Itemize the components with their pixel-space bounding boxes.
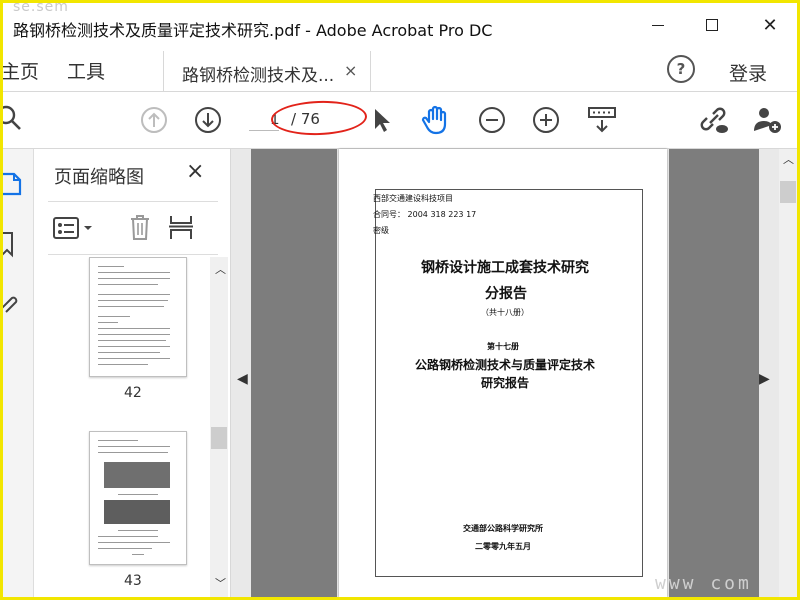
document-margin-right [669,149,759,597]
page-fit-icon [588,107,616,133]
hand-tool-icon [421,105,447,135]
zoom-in-icon [533,107,559,133]
page-organization: 交通部公路科学研究所 [463,524,543,533]
panel-toolbar [48,201,218,255]
page-thumbnails-panel: 页面缩略图 × 42 43 ︿ ﹀ [34,149,231,597]
search-button[interactable] [3,104,27,134]
document-tab-close-button[interactable]: × [344,61,357,80]
page-thumbnail[interactable] [89,431,187,565]
next-page-button[interactable] [193,105,223,135]
zoom-out-button[interactable] [477,105,507,135]
maximize-icon [706,19,718,31]
toolbar: / 76 [3,92,797,149]
prev-page-arrow-icon[interactable]: ◀ [237,371,248,387]
thumbnail-photo [104,462,170,488]
search-icon [3,105,21,130]
minimize-icon [652,24,664,26]
delete-page-button[interactable] [126,212,154,242]
maximize-button[interactable] [689,9,735,41]
document-tab-label: 路钢桥检测技术及... [182,66,335,86]
red-annotation-ellipse [270,99,368,137]
thumbnail-page-number: 43 [124,573,142,589]
title-bar: se.sem 路钢桥检测技术及质量评定技术研究.pdf - Adobe Acro… [3,3,797,47]
scroll-thumb[interactable] [780,181,796,203]
zoom-in-button[interactable] [531,105,561,135]
page-volume: 第十七册 [487,342,519,351]
close-icon: ✕ [762,14,778,36]
page-volume-count: （共十八册） [481,308,529,317]
bookmarks-nav-button[interactable] [3,229,27,259]
watermark-bottom: www com [655,573,752,594]
hand-tool-button[interactable] [419,104,453,136]
add-user-icon [754,108,781,133]
extract-pages-icon [169,216,193,239]
thumbnail-photo [104,500,170,524]
page-thumbnail[interactable] [89,257,187,377]
extract-pages-button[interactable] [166,212,200,242]
help-button[interactable]: ? [667,55,695,83]
document-margin-left [251,149,337,597]
thumbnails-icon [3,172,22,196]
page-fit-button[interactable] [585,104,619,136]
page-report-title-1: 公路钢桥检测技术与质量评定技术 [415,358,596,372]
acrobat-window: se.sem 路钢桥检测技术及质量评定技术研究.pdf - Adobe Acro… [0,0,800,600]
navigation-strip [3,149,34,597]
scroll-thumb[interactable] [211,427,227,449]
page-main-title: 钢桥设计施工成套技术研究 [421,260,589,276]
select-tool-icon [375,109,390,132]
panel-close-button[interactable]: × [186,159,204,184]
document-view[interactable]: ◀ ▶ 西部交通建设科技项目 合同号： 2004 318 223 17 密级 钢… [231,149,779,597]
page-date: 二零零九年五月 [475,542,531,551]
page-project-line: 西部交通建设科技项目 [373,194,453,203]
share-link-button[interactable] [697,104,731,136]
window-title: 路钢桥检测技术及质量评定技术研究.pdf - Adobe Acrobat Pro… [13,21,493,40]
thumbnail-page-number: 42 [124,385,142,401]
thumbnail-options-icon [53,217,92,239]
page-contract-line: 合同号： 2004 318 223 17 [373,210,477,219]
next-page-arrow-icon[interactable]: ▶ [759,371,770,387]
page-report-title-2: 研究报告 [481,376,530,390]
scroll-down-icon[interactable]: ﹀ [215,575,226,591]
close-window-button[interactable]: ✕ [747,9,793,41]
page-secrecy-line: 密级 [373,226,389,235]
document-scrollbar[interactable]: ︿ [779,149,797,597]
select-tool-button[interactable] [369,106,395,134]
page-subtitle: 分报告 [485,286,527,302]
add-user-button[interactable] [751,104,785,136]
share-link-icon [700,107,728,133]
prev-page-button[interactable] [139,105,169,135]
thumbnail-list: 42 43 [34,257,210,597]
prev-page-icon [141,107,167,133]
scroll-up-icon[interactable]: ︿ [783,151,794,167]
watermark-top: se.sem [13,0,69,15]
login-link[interactable]: 登录 [729,59,767,86]
minimize-button[interactable] [635,9,681,41]
bookmarks-icon [3,232,13,258]
thumbnails-nav-button[interactable] [3,169,27,199]
menu-tools[interactable]: 工具 [67,57,105,84]
menu-home[interactable]: 主页 [3,57,39,84]
thumbnail-options-button[interactable] [52,214,96,242]
pdf-page: 西部交通建设科技项目 合同号： 2004 318 223 17 密级 钢桥设计施… [339,149,667,597]
panel-title: 页面缩略图 [54,167,144,188]
menu-bar: 主页 工具 路钢桥检测技术及... × ? 登录 [3,47,797,92]
document-tab[interactable]: 路钢桥检测技术及... × [163,51,371,91]
scroll-up-icon[interactable]: ︿ [215,261,226,277]
attachments-nav-button[interactable] [3,287,27,317]
zoom-out-icon [479,107,505,133]
thumbnail-scrollbar[interactable]: ︿ ﹀ [210,257,228,597]
delete-page-icon [131,215,149,240]
next-page-icon [195,107,221,133]
attachments-icon [3,296,18,313]
